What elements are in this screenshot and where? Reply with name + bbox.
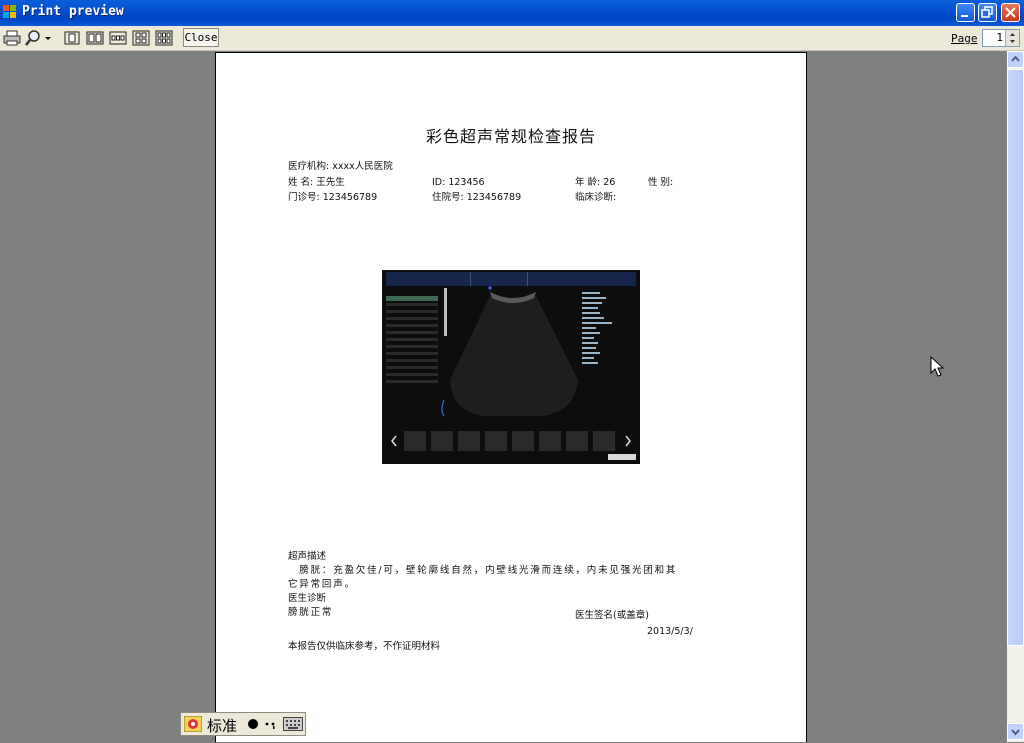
restore-icon	[981, 6, 993, 18]
two-pages-icon[interactable]	[86, 29, 104, 47]
scroll-down-icon	[1011, 729, 1020, 736]
page-label: Page	[951, 32, 978, 45]
scroll-thumb[interactable]	[1007, 69, 1024, 646]
preview-area: 彩色超声常规检查报告 医疗机构: xxxx人民医院 姓 名: 王先生 ID: 1…	[0, 51, 1007, 742]
window-title: Print preview	[22, 4, 124, 19]
close-window-button[interactable]	[1001, 3, 1020, 22]
patient-age: 年 龄: 26	[575, 177, 616, 188]
one-page-icon[interactable]	[63, 29, 81, 47]
page-spin-control[interactable]	[1005, 30, 1019, 46]
patient-id: ID: 123456	[432, 177, 485, 188]
diagnosis-heading: 医生诊断	[288, 593, 327, 604]
mouse-cursor-icon	[930, 356, 945, 377]
description-heading: 超声描述	[288, 551, 327, 562]
toolbar: Close Page 1	[0, 26, 1024, 51]
restore-button[interactable]	[978, 3, 997, 22]
minimize-button[interactable]	[956, 3, 975, 22]
zoom-icon[interactable]	[24, 29, 42, 47]
dropdown-arrow-icon[interactable]	[43, 29, 53, 47]
ultrasound-image	[382, 270, 640, 464]
minimize-icon	[961, 15, 968, 17]
scroll-down-button[interactable]	[1007, 723, 1024, 740]
patient-sex: 性 别:	[648, 177, 674, 188]
description-line-1: 膀胱：充盈欠佳/可，壁轮廓线自然，内壁线光滑而连续，内未见强光团和其	[288, 565, 678, 576]
doctor-signature: 医生签名(或盖章)	[575, 610, 649, 621]
scroll-up-button[interactable]	[1007, 51, 1024, 68]
outpatient-number: 门诊号: 123456789	[288, 192, 378, 203]
windows-app-icon	[3, 5, 16, 18]
patient-name: 姓 名: 王先生	[288, 177, 345, 188]
ime-logo-icon[interactable]	[184, 716, 202, 732]
vertical-scrollbar[interactable]	[1007, 51, 1024, 742]
page-number-stepper[interactable]: 1	[982, 29, 1020, 47]
inpatient-number: 住院号: 123456789	[432, 192, 522, 203]
four-pages-icon[interactable]	[132, 29, 150, 47]
close-preview-button[interactable]: Close	[183, 28, 219, 47]
full-half-width-icon[interactable]	[247, 718, 259, 730]
ime-toolbar[interactable]: 标准	[180, 712, 306, 736]
six-pages-icon[interactable]	[155, 29, 173, 47]
diagnosis-text: 膀胱正常	[288, 607, 334, 618]
report-date: 2013/5/3/	[647, 626, 693, 637]
title-bar: Print preview	[0, 0, 1024, 26]
punctuation-icon[interactable]	[263, 718, 279, 730]
institution: 医疗机构: xxxx人民医院	[288, 161, 393, 172]
clinical-diagnosis: 临床诊断:	[575, 192, 617, 203]
printer-icon[interactable]	[3, 29, 21, 47]
page-number-value[interactable]: 1	[996, 31, 1003, 44]
close-icon	[1005, 7, 1016, 18]
spin-down-icon[interactable]	[1006, 30, 1019, 46]
ime-mode-label[interactable]: 标准	[207, 715, 237, 736]
report-page: 彩色超声常规检查报告 医疗机构: xxxx人民医院 姓 名: 王先生 ID: 1…	[215, 52, 807, 742]
description-line-2: 它异常回声。	[288, 579, 356, 590]
three-pages-icon[interactable]	[109, 29, 127, 47]
soft-keyboard-icon[interactable]	[283, 717, 303, 731]
disclaimer: 本报告仅供临床参考，不作证明材料	[288, 641, 441, 652]
report-title: 彩色超声常规检查报告	[425, 127, 596, 146]
description-section: 超声描述 膀胱：充盈欠佳/可，壁轮廓线自然，内壁线光滑而连续，内未见强光团和其 …	[288, 550, 748, 620]
scroll-up-icon	[1011, 55, 1020, 62]
